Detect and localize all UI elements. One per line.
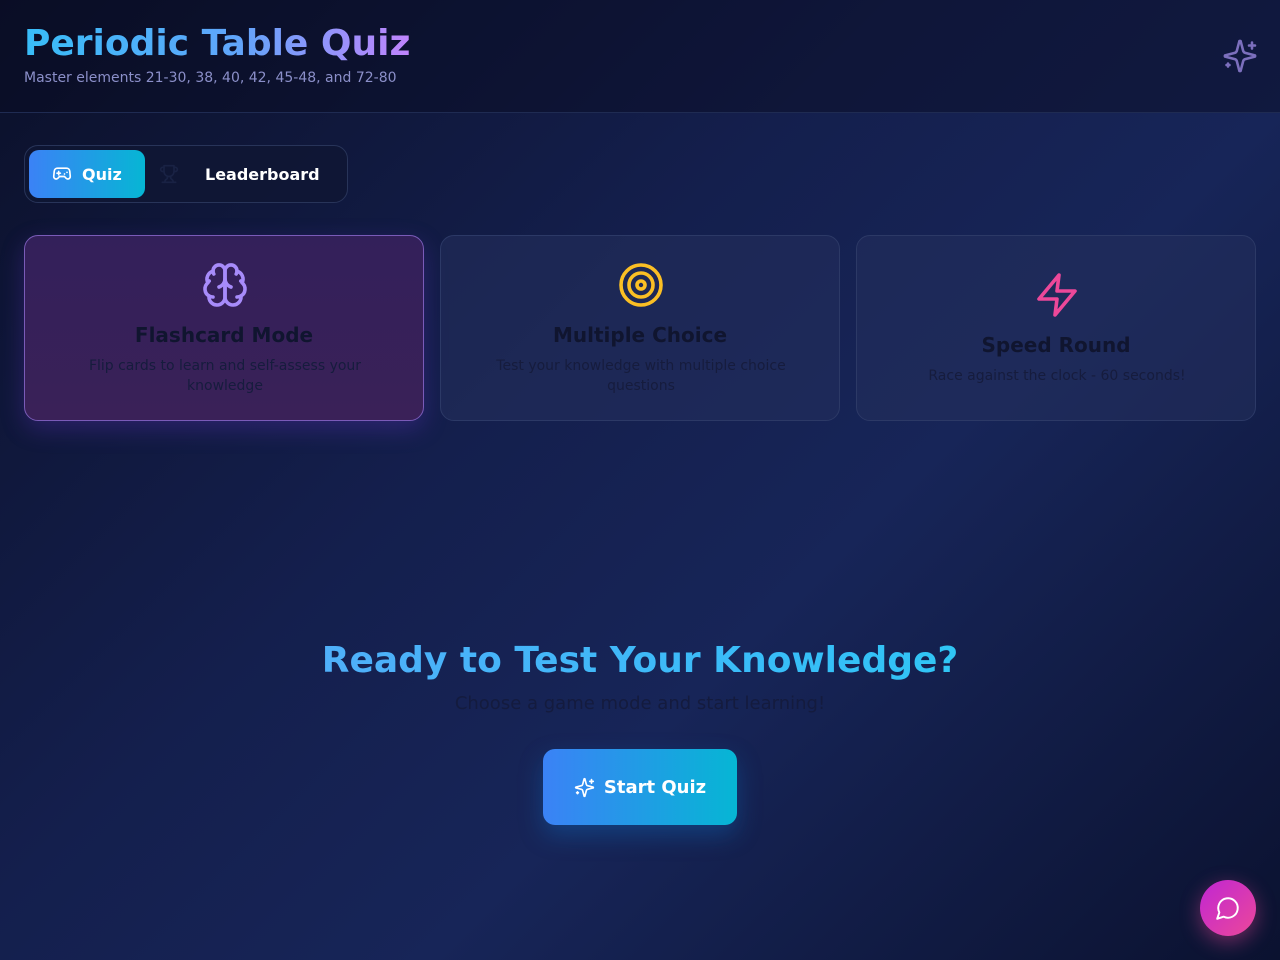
multiple-choice-mode-description: Test your knowledge with multiple choice…: [496, 358, 786, 394]
page-subtitle: Master elements 21-30, 38, 40, 42, 45-48…: [24, 70, 397, 86]
start-quiz-button[interactable]: Start Quiz: [543, 749, 737, 825]
flashcard-mode-description: Flip cards to learn and self-assess your…: [88, 358, 362, 394]
tab-quiz[interactable]: Quiz: [29, 150, 145, 198]
tab-quiz-label: Quiz: [82, 164, 122, 184]
trophy-icon: [159, 164, 179, 184]
speed-round-mode-description: Race against the clock - 60 seconds!: [928, 368, 1186, 384]
multiple-choice-mode-card[interactable]: Multiple Choice Test your knowledge with…: [440, 235, 840, 421]
hero-title: Ready to Test Your Knowledge?: [0, 638, 1280, 684]
multiple-choice-mode-title: Multiple Choice: [552, 323, 728, 347]
flashcard-mode-title: Flashcard Mode: [134, 323, 314, 347]
zap-icon: [1037, 273, 1077, 317]
sparkles-icon: [574, 777, 595, 797]
start-quiz-label: Start Quiz: [603, 776, 707, 798]
hero-subtitle: Choose a game mode and start learning!: [454, 693, 826, 714]
gamepad-icon: [52, 167, 72, 180]
tab-leaderboard-label: Leaderboard: [205, 164, 320, 184]
target-icon: [619, 263, 663, 307]
page-title: Periodic Table Quiz: [24, 23, 411, 64]
speed-round-mode-card[interactable]: Speed Round Race against the clock - 60 …: [856, 235, 1256, 421]
flashcard-mode-card[interactable]: Flashcard Mode Flip cards to learn and s…: [24, 235, 424, 421]
mode-tabs: Quiz Leaderboard: [24, 145, 348, 203]
app-header: Periodic Table Quiz Master elements 21-3…: [0, 0, 1280, 113]
message-circle-icon: [1216, 897, 1239, 920]
tab-leaderboard[interactable]: Leaderboard: [159, 150, 345, 198]
brain-icon: [203, 263, 247, 307]
chat-button[interactable]: [1200, 880, 1256, 936]
speed-round-mode-title: Speed Round: [981, 333, 1131, 357]
sparkles-icon[interactable]: [1222, 38, 1258, 74]
